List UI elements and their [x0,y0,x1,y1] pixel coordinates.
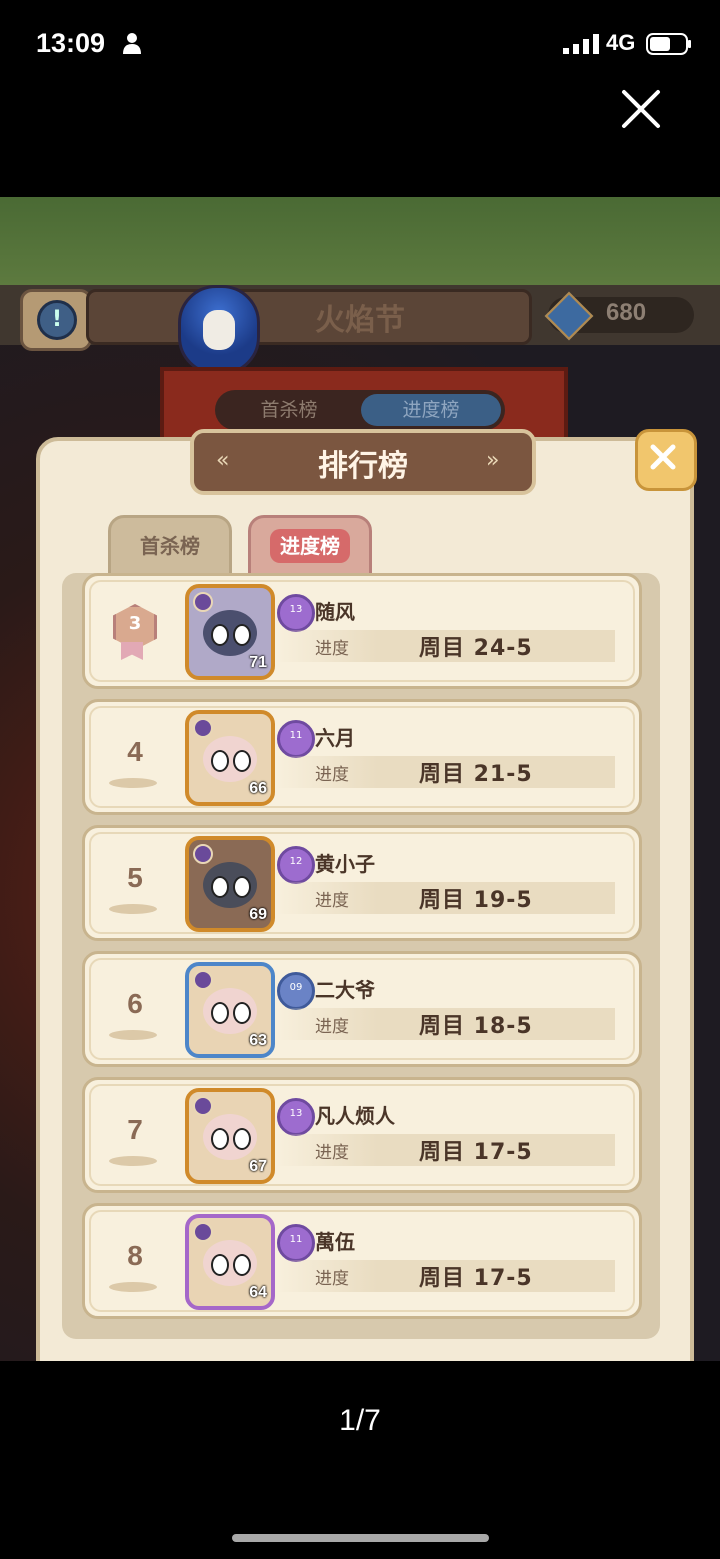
hero-level: 64 [249,1284,267,1301]
vip-badge-icon: 09 [277,972,315,1010]
rank-number: 7 [127,1114,143,1145]
player-name: 萬伍 [315,1230,355,1254]
modal-title: 排行榜 [318,449,408,484]
progress-value: 周目 17-5 [419,1140,533,1165]
hero-portrait: 69 [185,836,275,932]
vip-badge-icon: 12 [277,846,315,884]
hero-level: 67 [249,1158,267,1175]
battery-icon [646,33,691,55]
rank-number: 3 [128,613,142,634]
rank-number: 6 [127,988,143,1019]
hero-level: 63 [249,1032,267,1049]
progress-value: 周目 19-5 [419,888,533,913]
network-type: 4G [606,30,636,55]
list-item[interactable]: 5 69 12 黄小子 进度 周目 19-5 [82,825,642,941]
rank-number: 5 [127,862,143,893]
player-name: 黄小子 [315,852,375,876]
currency-value: 680 [606,299,647,326]
progress-value: 周目 24-5 [419,636,533,661]
vip-badge-icon: 11 [277,720,315,758]
list-item[interactable]: 4 66 11 六月 进度 周目 21-5 [82,699,642,815]
tab-progress-label: 进度榜 [270,529,350,563]
rank-number: 4 [127,736,143,767]
player-name: 六月 [315,726,355,750]
progress-label: 进度 [315,891,349,911]
progress-value: 周目 18-5 [419,1014,533,1039]
signal-icon [563,34,599,54]
class-icon [193,844,213,864]
hero-portrait: 64 [185,1214,275,1310]
home-indicator[interactable] [232,1534,489,1542]
list-item[interactable]: 6 63 09 二大爷 进度 周目 18-5 [82,951,642,1067]
tab-first-kill[interactable]: 首杀榜 [108,515,232,577]
person-icon [123,33,141,54]
class-icon [193,718,213,738]
list-item[interactable]: 3 71 13 随风 进度 周目 24-5 [82,573,642,689]
class-icon [193,1222,213,1242]
status-time: 13:09 [36,28,106,58]
modal-close-button[interactable] [635,429,697,491]
class-icon [193,1096,213,1116]
hero-level: 71 [249,654,267,671]
progress-label: 进度 [315,765,349,785]
modal-title-bar: « 排行榜 » [190,429,536,495]
tab-first-kill-label: 首杀榜 [140,534,200,558]
viewer-footer [0,1361,720,1559]
title-deco-right-icon: » [486,448,500,473]
background-tabs: 首杀榜 进度榜 [215,390,505,430]
progress-label: 进度 [315,639,349,659]
vip-badge-icon: 11 [277,1224,315,1262]
progress-value: 周目 21-5 [419,762,533,787]
player-avatar[interactable] [178,285,260,375]
tab-progress[interactable]: 进度榜 [248,515,372,577]
bg-tab-first-kill: 首杀榜 [260,399,318,421]
hero-level: 69 [249,906,267,923]
player-name: 二大爷 [315,978,375,1002]
close-icon [650,444,676,470]
progress-label: 进度 [315,1017,349,1037]
grass-banner [0,197,720,285]
vip-badge-icon: 13 [277,1098,315,1136]
progress-label: 进度 [315,1143,349,1163]
leaderboard-list: 3 71 13 随风 进度 周目 24-5 4 66 11 六月 进度 周目 2… [62,573,660,1339]
list-item[interactable]: 8 64 11 萬伍 进度 周目 17-5 [82,1203,642,1319]
vip-badge-icon: 13 [277,594,315,632]
hero-level: 66 [249,780,267,797]
bg-tab-progress: 进度榜 [361,394,501,426]
currency-counter: 680 [544,291,694,341]
rank-number: 8 [127,1240,143,1271]
progress-value: 周目 17-5 [419,1266,533,1291]
player-name: 凡人烦人 [315,1104,395,1128]
game-screen: ! 火焰节 680 首杀榜 进度榜 « 排行榜 » 首杀榜 进度榜 3 71 1… [0,197,720,1361]
hero-portrait: 67 [185,1088,275,1184]
player-name: 随风 [315,600,355,624]
progress-label: 进度 [315,1269,349,1289]
hero-portrait: 71 [185,584,275,680]
hero-portrait: 63 [185,962,275,1058]
hero-portrait: 66 [185,710,275,806]
class-icon [193,970,213,990]
list-item[interactable]: 7 67 13 凡人烦人 进度 周目 17-5 [82,1077,642,1193]
page-indicator: 1/7 [339,1404,381,1437]
close-icon[interactable] [620,88,662,130]
status-bar: 13:09 4G [0,0,720,90]
class-icon [193,592,213,612]
